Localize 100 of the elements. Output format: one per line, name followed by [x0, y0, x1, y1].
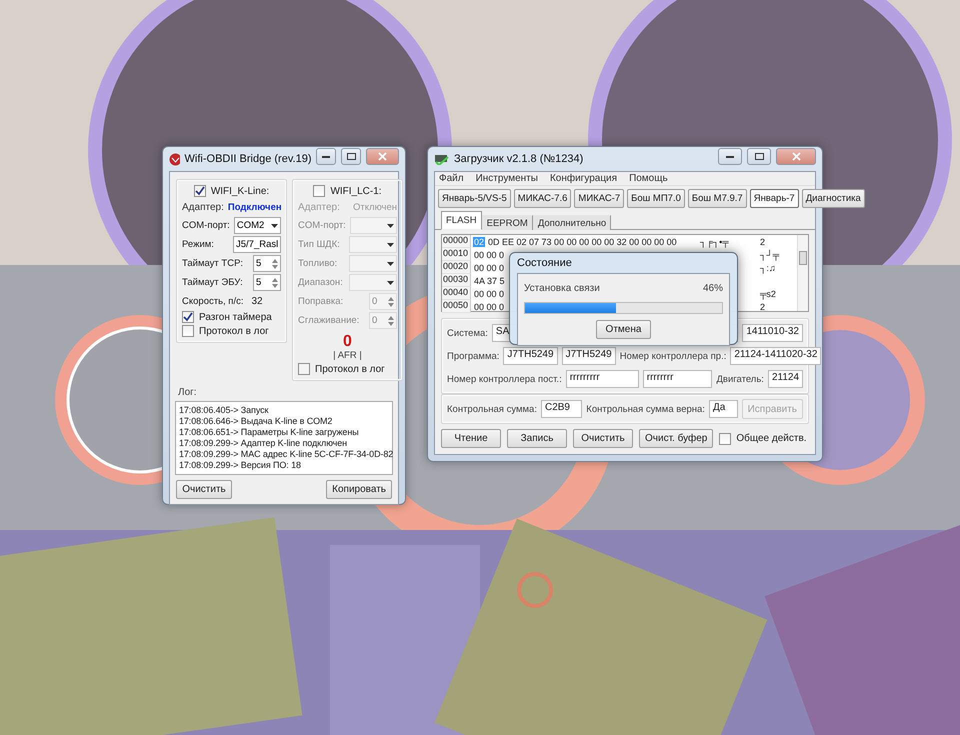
- value-field[interactable]: C2B9: [540, 400, 582, 418]
- window-title: Загрузчик v2.1.8 (№1234): [454, 153, 584, 165]
- log-line: 17:08:09.299-> Адаптер K-line подключен: [179, 438, 348, 449]
- field-label: Таймаут ЭБУ:: [182, 277, 243, 288]
- hex-bytes[interactable]: 00 00 0: [473, 288, 506, 298]
- checkbox[interactable]: WIFI_LC-1:: [313, 185, 382, 197]
- adapter-label: Адаптер:: [298, 202, 340, 212]
- menu-item[interactable]: Конфигурация: [550, 173, 618, 184]
- checkmark-icon: [194, 186, 205, 196]
- action-button[interactable]: Очист. буфер: [639, 429, 714, 448]
- hex-ascii: 2: [760, 302, 766, 312]
- ecu-button[interactable]: Диагностика: [802, 189, 865, 208]
- value-field[interactable]: J7TH5249: [562, 347, 616, 365]
- caret-icon: [387, 280, 394, 284]
- close-button[interactable]: [366, 148, 399, 164]
- field-label: Двигатель:: [716, 374, 764, 384]
- maximize-icon: [346, 152, 356, 160]
- value-field[interactable]: Да: [708, 400, 738, 418]
- field-label: Режим:: [182, 239, 214, 250]
- minimize-icon: [726, 154, 734, 158]
- log-line: 17:08:06.646-> Выдача K-line в COM2: [179, 416, 334, 427]
- checkbox[interactable]: Разгон таймера: [182, 311, 281, 323]
- field-label: Поправка:: [298, 296, 344, 307]
- dropdown[interactable]: J5/7_Rasl: [233, 236, 281, 253]
- log-line: 17:08:06.651-> Параметры K-line загружены: [179, 427, 360, 438]
- spin-arrows-icon: [272, 258, 278, 270]
- field-label: Сглаживание:: [298, 315, 360, 326]
- hex-address: 00030: [442, 274, 471, 287]
- app-icon: [169, 152, 180, 166]
- hex-address: 00010: [442, 248, 471, 261]
- action-button[interactable]: Очистить: [176, 480, 232, 499]
- tab[interactable]: Дополнительно: [532, 215, 612, 230]
- field-label: Номер контроллера пост.:: [447, 374, 562, 384]
- hex-address: 00040: [442, 287, 471, 300]
- adapter-status: Подключен: [228, 202, 282, 212]
- field-label: Программа:: [447, 350, 500, 362]
- hex-ascii: 2: [760, 236, 766, 246]
- action-button[interactable]: Очистить: [573, 429, 633, 448]
- close-icon: [792, 152, 800, 160]
- value-field[interactable]: rrrrrrrrr: [566, 370, 639, 388]
- afr-label: | AFR |: [333, 350, 362, 361]
- ecu-button[interactable]: МИКАС-7: [574, 189, 624, 208]
- spin-arrows-icon: [272, 276, 278, 288]
- maximize-icon: [754, 152, 764, 160]
- spin-field[interactable]: 5: [253, 255, 281, 272]
- dropdown[interactable]: COM2: [234, 217, 281, 234]
- ecu-button[interactable]: МИКАС-7.6: [514, 189, 572, 208]
- maximize-button[interactable]: [747, 148, 771, 164]
- hex-address: 00020: [442, 261, 471, 274]
- cancel-button[interactable]: Отмена: [596, 320, 651, 339]
- field-label: Таймаут TCP:: [182, 258, 244, 269]
- scrollbar[interactable]: [797, 235, 808, 311]
- hex-bytes[interactable]: 4A 37 5: [473, 276, 506, 286]
- field-label: COM-порт:: [182, 220, 230, 231]
- maximize-button[interactable]: [341, 148, 362, 164]
- spin-arrows-icon: [388, 314, 394, 326]
- checkbox[interactable]: Общее действ.: [719, 432, 807, 444]
- spin-arrows-icon: [388, 296, 394, 308]
- ecu-button[interactable]: Бош М7.9.7: [688, 189, 747, 208]
- adapter-status: Отключен: [353, 202, 397, 212]
- ecu-button[interactable]: Январь-5/VS-5: [438, 189, 511, 208]
- tab[interactable]: EEPROM: [482, 215, 533, 230]
- caret-icon: [387, 224, 394, 228]
- checkbox[interactable]: Протокол в лог: [298, 363, 397, 375]
- caret-icon: [271, 224, 278, 228]
- speed-value: 32: [251, 296, 263, 306]
- minimize-button[interactable]: [718, 148, 742, 164]
- log-line: 17:08:06.405-> Запуск: [179, 405, 270, 416]
- spin-field[interactable]: 5: [253, 274, 281, 291]
- hex-bytes[interactable]: 00 00 0: [473, 262, 506, 272]
- value-field[interactable]: 1411010-32: [742, 324, 803, 342]
- menu-item[interactable]: Помощь: [629, 173, 668, 184]
- hex-bytes[interactable]: 00 00 0: [473, 302, 506, 312]
- tab[interactable]: FLASH: [441, 211, 482, 230]
- menu-item[interactable]: Инструменты: [476, 173, 538, 184]
- ecu-button[interactable]: Бош МП7.0: [627, 189, 685, 208]
- hex-ascii: ┐┘╤: [760, 250, 780, 260]
- hex-bytes[interactable]: 0D EE 02 07 73 00 00 00 00 00 32 00 00 00 00: [487, 236, 678, 246]
- value-field[interactable]: rrrrrrrr: [642, 370, 712, 388]
- field-label: Номер контроллера пр.:: [620, 350, 726, 362]
- close-button[interactable]: [776, 148, 816, 164]
- minimize-button[interactable]: [316, 148, 336, 164]
- action-button[interactable]: Копировать: [326, 480, 392, 499]
- ecu-button[interactable]: Январь-7: [750, 189, 799, 208]
- log-label: Лог:: [178, 387, 197, 398]
- log-line: 17:08:09.299-> Версия ПО: 18: [179, 460, 302, 471]
- menu-item[interactable]: Файл: [439, 173, 464, 184]
- hex-address: 00050: [442, 300, 471, 313]
- value-field[interactable]: 21124: [768, 370, 804, 388]
- chip-icon: [434, 153, 449, 165]
- hex-bytes[interactable]: 00 00 0: [473, 250, 506, 260]
- value-field[interactable]: J7TH5249: [503, 347, 558, 365]
- checkbox[interactable]: WIFI_K-Line:: [194, 185, 270, 197]
- action-button[interactable]: Запись: [507, 429, 567, 448]
- value-field[interactable]: 21124-1411020-32: [730, 347, 822, 365]
- checkbox[interactable]: Протокол в лог: [182, 325, 281, 337]
- window-title: Wifi-OBDII Bridge (rev.19): [184, 153, 312, 165]
- field-label: Топливо:: [298, 258, 338, 269]
- action-button[interactable]: Чтение: [441, 429, 501, 448]
- field-label: Диапазон:: [298, 277, 343, 288]
